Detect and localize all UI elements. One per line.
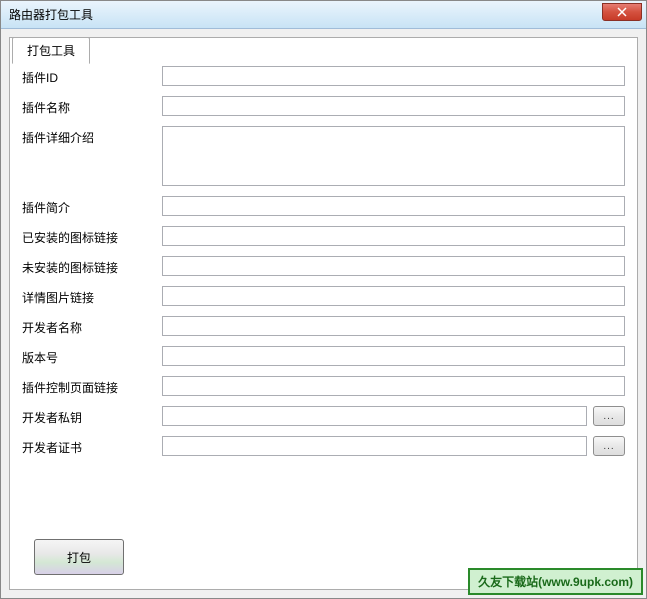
input-developer-name[interactable] <box>162 316 625 336</box>
row-uninstalled-icon: 未安装的图标链接 <box>22 256 625 276</box>
input-detail-image[interactable] <box>162 286 625 306</box>
input-private-key[interactable] <box>162 406 587 426</box>
browse-private-key-button[interactable]: ... <box>593 406 625 426</box>
tab-header: 打包工具 <box>12 37 90 64</box>
row-developer-name: 开发者名称 <box>22 316 625 336</box>
row-plugin-brief: 插件简介 <box>22 196 625 216</box>
input-uninstalled-icon[interactable] <box>162 256 625 276</box>
row-version: 版本号 <box>22 346 625 366</box>
input-plugin-brief[interactable] <box>162 196 625 216</box>
row-certificate: 开发者证书 ... <box>22 436 625 456</box>
label-version: 版本号 <box>22 346 162 366</box>
browse-certificate-button[interactable]: ... <box>593 436 625 456</box>
close-icon <box>617 7 627 17</box>
row-installed-icon: 已安装的图标链接 <box>22 226 625 246</box>
input-plugin-id[interactable] <box>162 66 625 86</box>
label-plugin-brief: 插件简介 <box>22 196 162 216</box>
label-installed-icon: 已安装的图标链接 <box>22 226 162 246</box>
label-plugin-id: 插件ID <box>22 66 162 86</box>
tab-pack-tool[interactable]: 打包工具 <box>12 37 90 64</box>
close-button[interactable] <box>602 3 642 21</box>
window-title: 路由器打包工具 <box>9 6 602 23</box>
row-private-key: 开发者私钥 ... <box>22 406 625 426</box>
pack-button[interactable]: 打包 <box>34 539 124 575</box>
input-certificate[interactable] <box>162 436 587 456</box>
input-plugin-name[interactable] <box>162 96 625 116</box>
row-detail-image: 详情图片链接 <box>22 286 625 306</box>
window-titlebar: 路由器打包工具 <box>1 1 646 29</box>
row-plugin-id: 插件ID <box>22 66 625 86</box>
client-area: 打包工具 插件ID 插件名称 插件详细介绍 插件简介 已安装的图标链接 <box>1 29 646 598</box>
input-version[interactable] <box>162 346 625 366</box>
label-plugin-detail: 插件详细介绍 <box>22 126 162 146</box>
input-installed-icon[interactable] <box>162 226 625 246</box>
label-plugin-name: 插件名称 <box>22 96 162 116</box>
textarea-plugin-detail[interactable] <box>162 126 625 186</box>
label-detail-image: 详情图片链接 <box>22 286 162 306</box>
label-certificate: 开发者证书 <box>22 436 162 456</box>
tab-content: 插件ID 插件名称 插件详细介绍 插件简介 已安装的图标链接 未安装的图标链接 <box>10 38 637 589</box>
label-uninstalled-icon: 未安装的图标链接 <box>22 256 162 276</box>
row-plugin-name: 插件名称 <box>22 96 625 116</box>
label-control-page: 插件控制页面链接 <box>22 376 162 396</box>
label-private-key: 开发者私钥 <box>22 406 162 426</box>
row-control-page: 插件控制页面链接 <box>22 376 625 396</box>
tab-container: 打包工具 插件ID 插件名称 插件详细介绍 插件简介 已安装的图标链接 <box>9 37 638 590</box>
label-developer-name: 开发者名称 <box>22 316 162 336</box>
input-control-page[interactable] <box>162 376 625 396</box>
watermark: 久友下载站(www.9upk.com) <box>468 568 643 595</box>
window-controls <box>602 8 642 21</box>
row-plugin-detail: 插件详细介绍 <box>22 126 625 186</box>
